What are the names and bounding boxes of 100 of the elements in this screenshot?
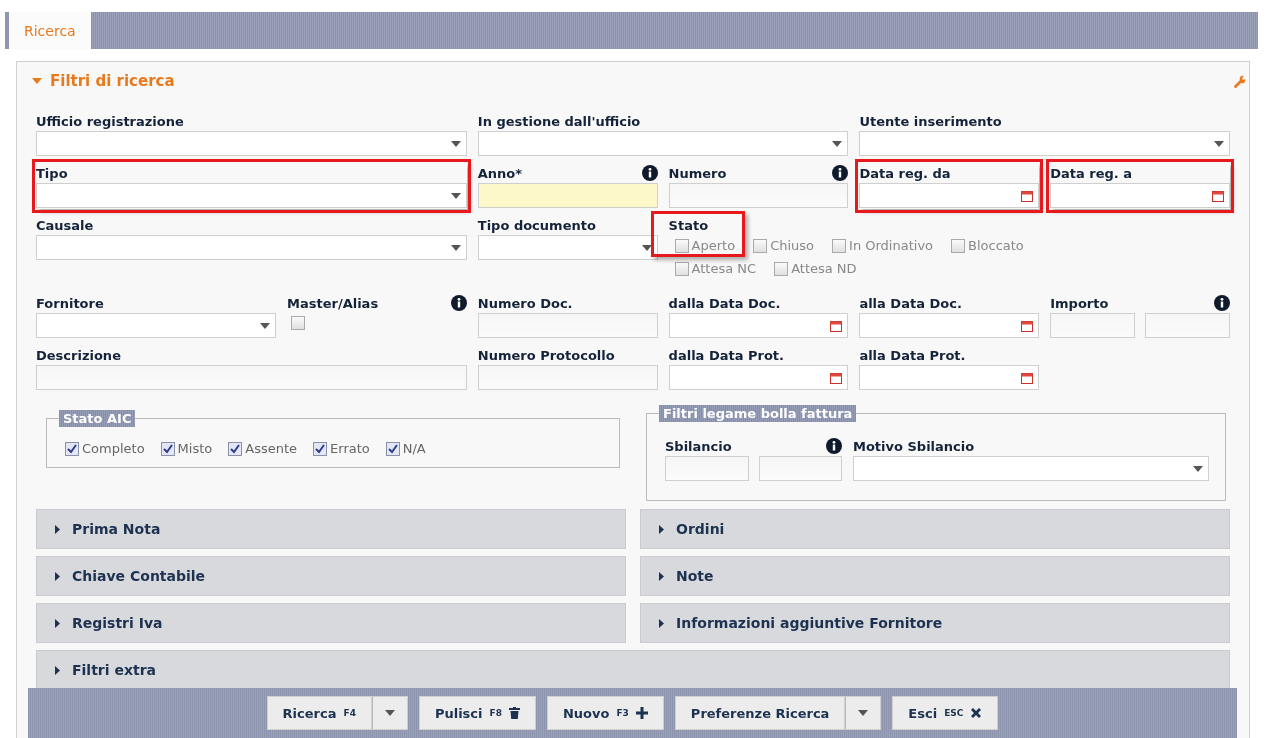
input-field[interactable] — [477, 365, 658, 390]
fieldset-legend: Filtri legame bolla fattura — [659, 405, 857, 422]
calendar-icon[interactable] — [1021, 319, 1034, 332]
wrench-icon[interactable] — [1233, 74, 1246, 88]
section-header[interactable]: Informazioni aggiuntive Fornitore — [640, 603, 1230, 643]
input-field[interactable] — [668, 183, 849, 208]
date-field[interactable] — [1050, 183, 1230, 208]
section-header[interactable]: Registri Iva — [36, 603, 626, 643]
calendar-icon[interactable] — [830, 319, 843, 332]
section-header[interactable]: Chiave Contabile — [36, 556, 626, 596]
collapsed-caret-icon — [55, 618, 60, 628]
field-label: Descrizione — [36, 347, 121, 363]
info-icon[interactable] — [826, 438, 842, 454]
field-label: Data reg. da — [859, 165, 951, 181]
date-field[interactable] — [668, 313, 849, 338]
section-header[interactable]: Prima Nota — [36, 509, 626, 549]
section-header[interactable]: Filtri extra — [36, 650, 1230, 690]
close-icon — [970, 707, 983, 719]
action-button[interactable]: Pulisci$^{F8}$ — [418, 696, 536, 730]
field-label: Anno* — [477, 165, 523, 181]
input-field[interactable] — [758, 456, 842, 481]
field-label: Utente inserimento — [859, 113, 1002, 129]
field-label: alla Data Doc. — [859, 295, 962, 311]
checkbox-label: Completo — [82, 441, 145, 456]
checkbox-label: Assente — [245, 441, 298, 456]
info-icon[interactable] — [641, 165, 658, 181]
checkbox[interactable] — [385, 441, 400, 456]
dropdown-caret-icon — [384, 710, 395, 716]
field-label: Data reg. a — [1050, 165, 1133, 181]
dropdown-field[interactable] — [477, 131, 849, 156]
field-label: Motivo Sbilancio — [853, 438, 975, 454]
expanded-caret-icon — [32, 78, 42, 84]
plus-icon — [635, 707, 648, 719]
calendar-icon[interactable] — [830, 371, 843, 384]
field-label: Numero Protocollo — [477, 347, 615, 363]
checkbox[interactable] — [674, 261, 689, 276]
input-field[interactable] — [665, 456, 749, 481]
dropdown-field[interactable] — [36, 131, 467, 156]
field-label: alla Data Prot. — [859, 347, 966, 363]
calendar-icon[interactable] — [1021, 371, 1034, 384]
info-icon[interactable] — [450, 295, 467, 311]
field-label: Master/Alias — [287, 295, 379, 311]
checkbox[interactable] — [951, 238, 966, 253]
input-field[interactable] — [1050, 313, 1136, 338]
checkbox-label: Attesa NC — [691, 261, 757, 276]
checkbox[interactable] — [674, 238, 689, 253]
dropdown-field[interactable] — [36, 235, 467, 260]
field-label: Fornitore — [36, 295, 104, 311]
date-field[interactable] — [668, 365, 849, 390]
input-field[interactable] — [477, 313, 658, 338]
calendar-icon[interactable] — [1021, 189, 1034, 202]
checkbox[interactable] — [313, 441, 328, 456]
section-header[interactable]: Ordini — [640, 509, 1230, 549]
info-icon[interactable] — [832, 165, 849, 181]
date-field[interactable] — [859, 313, 1040, 338]
checkbox-label: Bloccato — [968, 238, 1024, 253]
calendar-icon[interactable] — [1212, 189, 1224, 202]
dropdown-caret-icon — [858, 710, 869, 716]
section-header[interactable]: Note — [640, 556, 1230, 596]
dropdown-field[interactable] — [859, 131, 1230, 156]
checkbox[interactable] — [65, 441, 79, 456]
action-button[interactable]: Nuovo$^{F3}$ — [546, 696, 664, 730]
dropdown-caret-icon — [641, 244, 652, 251]
dropdown-button[interactable] — [371, 696, 408, 730]
field-label: Tipo — [36, 165, 68, 181]
fieldset-legend: Stato AIC — [59, 410, 136, 427]
checkbox-label: Chiuso — [770, 238, 815, 253]
date-field[interactable] — [859, 365, 1040, 390]
dropdown-caret-icon — [1193, 465, 1203, 472]
dropdown-caret-icon — [260, 322, 270, 329]
info-icon[interactable] — [1214, 295, 1230, 311]
checkbox[interactable] — [832, 238, 847, 253]
input-field[interactable] — [1145, 313, 1230, 338]
checkbox-label: Aperto — [691, 238, 736, 253]
dropdown-field[interactable] — [36, 313, 276, 338]
dropdown-button[interactable] — [845, 696, 882, 730]
checkbox-label: Errato — [330, 441, 370, 456]
collapsed-caret-icon — [659, 524, 664, 534]
checkbox[interactable] — [753, 238, 768, 253]
dropdown-caret-icon — [832, 140, 843, 147]
dropdown-field[interactable] — [853, 456, 1209, 481]
action-button[interactable]: Esci$^{ESC}$ — [892, 696, 999, 730]
input-field[interactable] — [477, 183, 658, 208]
dropdown-caret-icon — [450, 244, 461, 251]
action-button[interactable]: Ricerca$^{F4}$ — [266, 696, 372, 730]
collapsed-caret-icon — [55, 571, 60, 581]
trash-icon — [508, 707, 520, 719]
dropdown-field[interactable] — [36, 183, 467, 208]
field-label: Importo — [1050, 295, 1109, 311]
collapsed-caret-icon — [659, 618, 664, 628]
checkbox[interactable] — [774, 261, 789, 276]
field-label: Numero Doc. — [477, 295, 573, 311]
dropdown-field[interactable] — [477, 235, 658, 260]
checkbox[interactable] — [291, 316, 305, 330]
checkbox[interactable] — [228, 441, 243, 456]
action-button[interactable]: Preferenze Ricerca — [674, 696, 846, 730]
field-label: Ufficio registrazione — [36, 113, 184, 129]
input-field[interactable] — [36, 365, 467, 390]
checkbox[interactable] — [160, 441, 175, 456]
date-field[interactable] — [859, 183, 1040, 208]
